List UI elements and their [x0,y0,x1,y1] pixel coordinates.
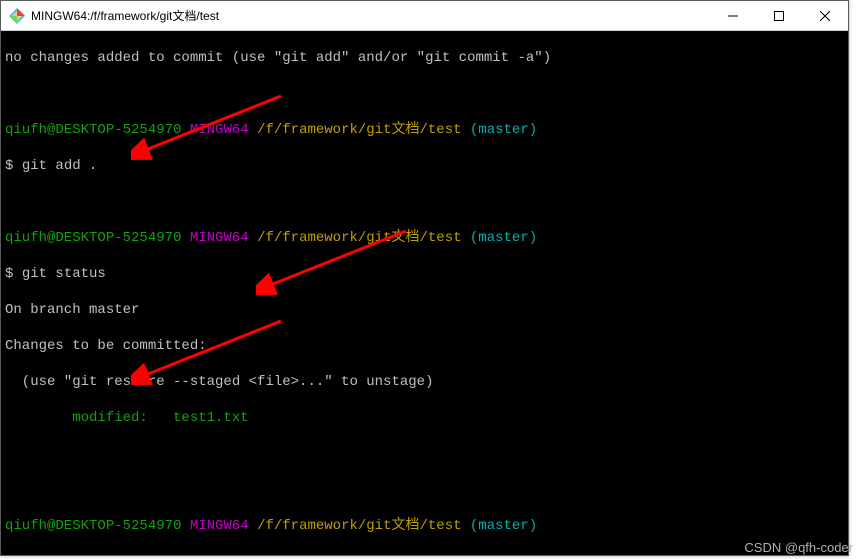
prompt-line: qiufh@DESKTOP-5254970 MINGW64 /f/framewo… [5,517,844,535]
cmd-git-add: git add . [22,158,98,174]
output-line: no changes added to commit (use "git add… [5,49,844,67]
close-button[interactable] [802,1,848,31]
blank-line [5,193,844,211]
prompt-branch: (master) [470,518,537,534]
prompt-shell: MINGW64 [190,230,249,246]
prompt-user: qiufh@DESKTOP-5254970 [5,230,181,246]
prompt-path: /f/framework/git文档/test [257,230,461,246]
prompt-shell: MINGW64 [190,122,249,138]
watermark-text: CSDN @qfh-coder [744,540,853,555]
minimize-button[interactable] [710,1,756,31]
terminal-content[interactable]: no changes added to commit (use "git add… [1,31,848,555]
blank-line [5,481,844,499]
output-modified: modified: test1.txt [5,409,844,427]
app-icon [9,8,25,24]
titlebar[interactable]: MINGW64:/f/framework/git文档/test [1,1,848,31]
blank-line [5,85,844,103]
command-line: $ git status [5,265,844,283]
prompt-path: /f/framework/git文档/test [257,122,461,138]
blank-line [5,445,844,463]
output-line: On branch master [5,301,844,319]
maximize-button[interactable] [756,1,802,31]
prompt-line: qiufh@DESKTOP-5254970 MINGW64 /f/framewo… [5,121,844,139]
command-line: $ git add . [5,157,844,175]
prompt-user: qiufh@DESKTOP-5254970 [5,518,181,534]
prompt-user: qiufh@DESKTOP-5254970 [5,122,181,138]
prompt-path: /f/framework/git文档/test [257,518,461,534]
prompt-branch: (master) [470,230,537,246]
terminal-window: MINGW64:/f/framework/git文档/test no chang… [0,0,849,556]
output-line: (use "git restore --staged <file>..." to… [5,373,844,391]
command-line: $ git reset HEAD test1.txt [5,553,844,555]
window-title: MINGW64:/f/framework/git文档/test [31,7,710,24]
prompt-shell: MINGW64 [190,518,249,534]
cmd-git-reset: git reset HEAD test1.txt [22,554,224,555]
output-line: Changes to be committed: [5,337,844,355]
prompt-branch: (master) [470,122,537,138]
cmd-git-status: git status [22,266,106,282]
prompt-line: qiufh@DESKTOP-5254970 MINGW64 /f/framewo… [5,229,844,247]
